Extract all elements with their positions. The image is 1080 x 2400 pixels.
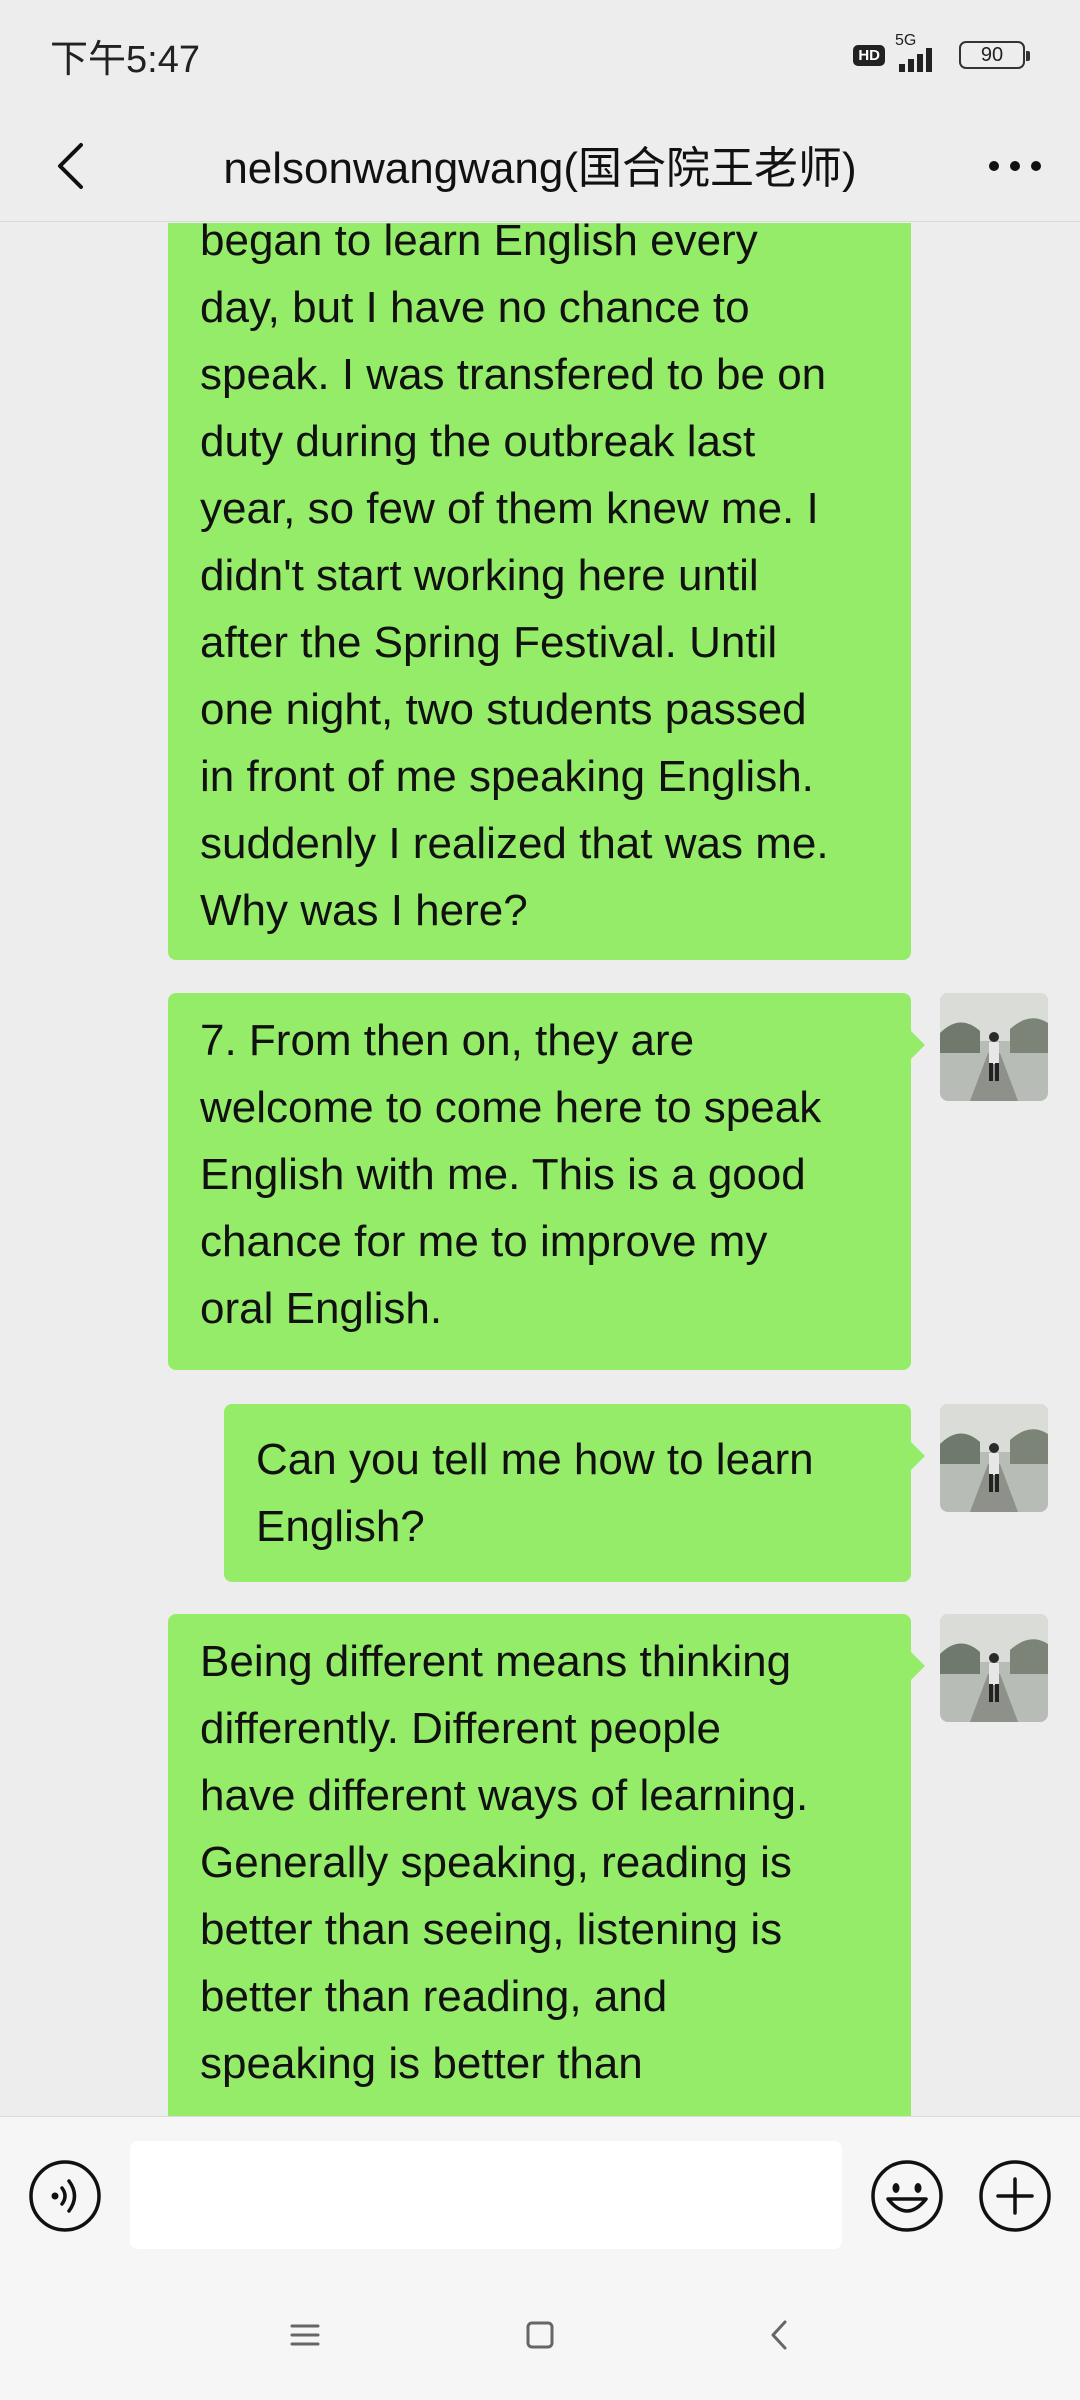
message-line: better than reading, and [200,1972,668,2021]
avatar-photo-icon [940,1404,1048,1512]
message-line: oral English. [200,1284,443,1333]
message-bubble[interactable]: Can you tell me how to learn English? [224,1404,925,1582]
message-line: began to learn English every [200,223,758,265]
plus-icon [979,2160,1051,2232]
input-bar [0,2116,1080,2280]
status-time: 下午5:47 [50,39,200,81]
message-input[interactable] [130,2141,842,2249]
menu-button[interactable] [280,2310,330,2360]
message-bubble[interactable]: Being different means thinking different… [168,1614,925,2116]
message-line: Why was I here? [200,886,528,935]
message-line: Being different means thinking [200,1637,792,1686]
message-line: didn't start working here until [200,551,759,600]
signal-icon: 5G [895,32,937,72]
message-line: English? [256,1502,425,1551]
hd-badge: HD [853,44,885,66]
message-line: day, but I have no chance to [200,283,750,332]
status-bar: 下午5:47 HD 5G 90 [0,0,1080,110]
chat-area[interactable]: began to learn English every day, but I … [0,223,1080,2116]
message-line: duty during the outbreak last [200,417,756,466]
message-line: chance for me to improve my [200,1217,768,1266]
home-icon [526,2321,554,2349]
avatar[interactable] [940,1404,1048,1512]
more-button[interactable] [980,136,1050,196]
message-line: better than seeing, listening is [200,1905,783,1954]
status-indicators: HD 5G 90 [853,32,1030,72]
avatar[interactable] [940,1614,1048,1722]
chat-header: nelsonwangwang(国合院王老师) [0,110,1080,222]
message-line: 7. From then on, they are [200,1016,695,1065]
message-line: in front of me speaking English. [200,752,814,801]
home-button[interactable] [515,2310,565,2360]
emoji-button[interactable] [870,2159,944,2233]
chat-title: nelsonwangwang(国合院王老师) [223,144,857,193]
system-back-button[interactable] [755,2310,805,2360]
emoji-icon [871,2160,943,2232]
message-line: differently. Different people [200,1704,721,1753]
message-line: Can you tell me how to learn [256,1435,814,1484]
message-line: speaking is better than [200,2039,643,2088]
message-line: one night, two students passed [200,685,807,734]
plus-button[interactable] [978,2159,1052,2233]
message-line: speak. I was transfered to be on [200,350,827,399]
message-line: year, so few of them knew me. I [200,484,819,533]
message-line: welcome to come here to speak [200,1083,822,1132]
menu-icon [290,2324,320,2346]
avatar-photo-icon [940,1614,1048,1722]
back-button[interactable] [40,136,100,196]
more-dots-icon [989,161,1041,171]
message-line: Generally speaking, reading is [200,1838,792,1887]
message-line: English with me. This is a good [200,1150,806,1199]
back-triangle-icon [771,2320,787,2350]
avatar-photo-icon [940,993,1048,1101]
voice-button[interactable] [28,2159,102,2233]
message-line: suddenly I realized that was me. [200,819,829,868]
battery-level: 90 [980,43,1004,66]
message-bubble[interactable]: 7. From then on, they are welcome to com… [168,993,925,1370]
message-line: after the Spring Festival. Until [200,618,778,667]
battery-icon: 90 [959,41,1030,69]
system-nav-bar [0,2280,1080,2400]
message-line: have different ways of learning. [200,1771,809,1820]
back-arrow-icon [58,143,83,189]
message-bubble[interactable]: began to learn English every day, but I … [168,223,911,960]
voice-icon [29,2160,101,2232]
avatar[interactable] [940,993,1048,1101]
